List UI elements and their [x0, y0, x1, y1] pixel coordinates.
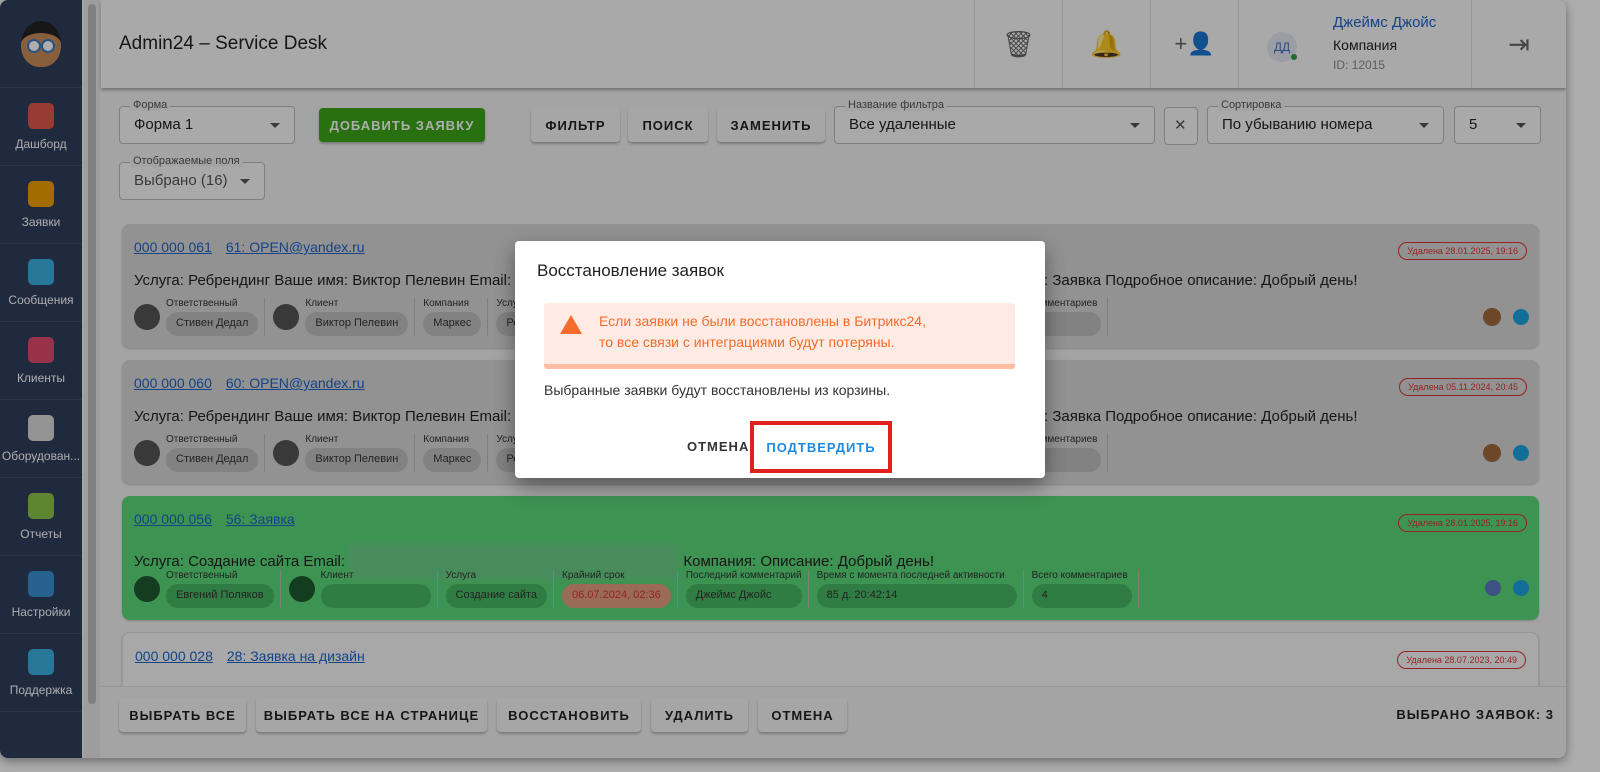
dialog-cancel-button[interactable]: ОТМЕНА — [687, 439, 749, 454]
dialog-text: Выбранные заявки будут восстановлены из … — [544, 382, 891, 398]
dialog-title: Восстановление заявок — [537, 261, 724, 280]
warning-icon — [560, 315, 582, 334]
warning-line-2: то все связи с интеграциями будут потеря… — [599, 334, 895, 350]
dialog-confirm-button[interactable]: ПОДТВЕРДИТЬ — [750, 421, 892, 473]
warning-line-1: Если заявки не были восстановлены в Битр… — [599, 313, 926, 329]
warning-alert: Если заявки не были восстановлены в Битр… — [544, 303, 1015, 369]
restore-dialog: Восстановление заявок Если заявки не был… — [515, 241, 1045, 478]
